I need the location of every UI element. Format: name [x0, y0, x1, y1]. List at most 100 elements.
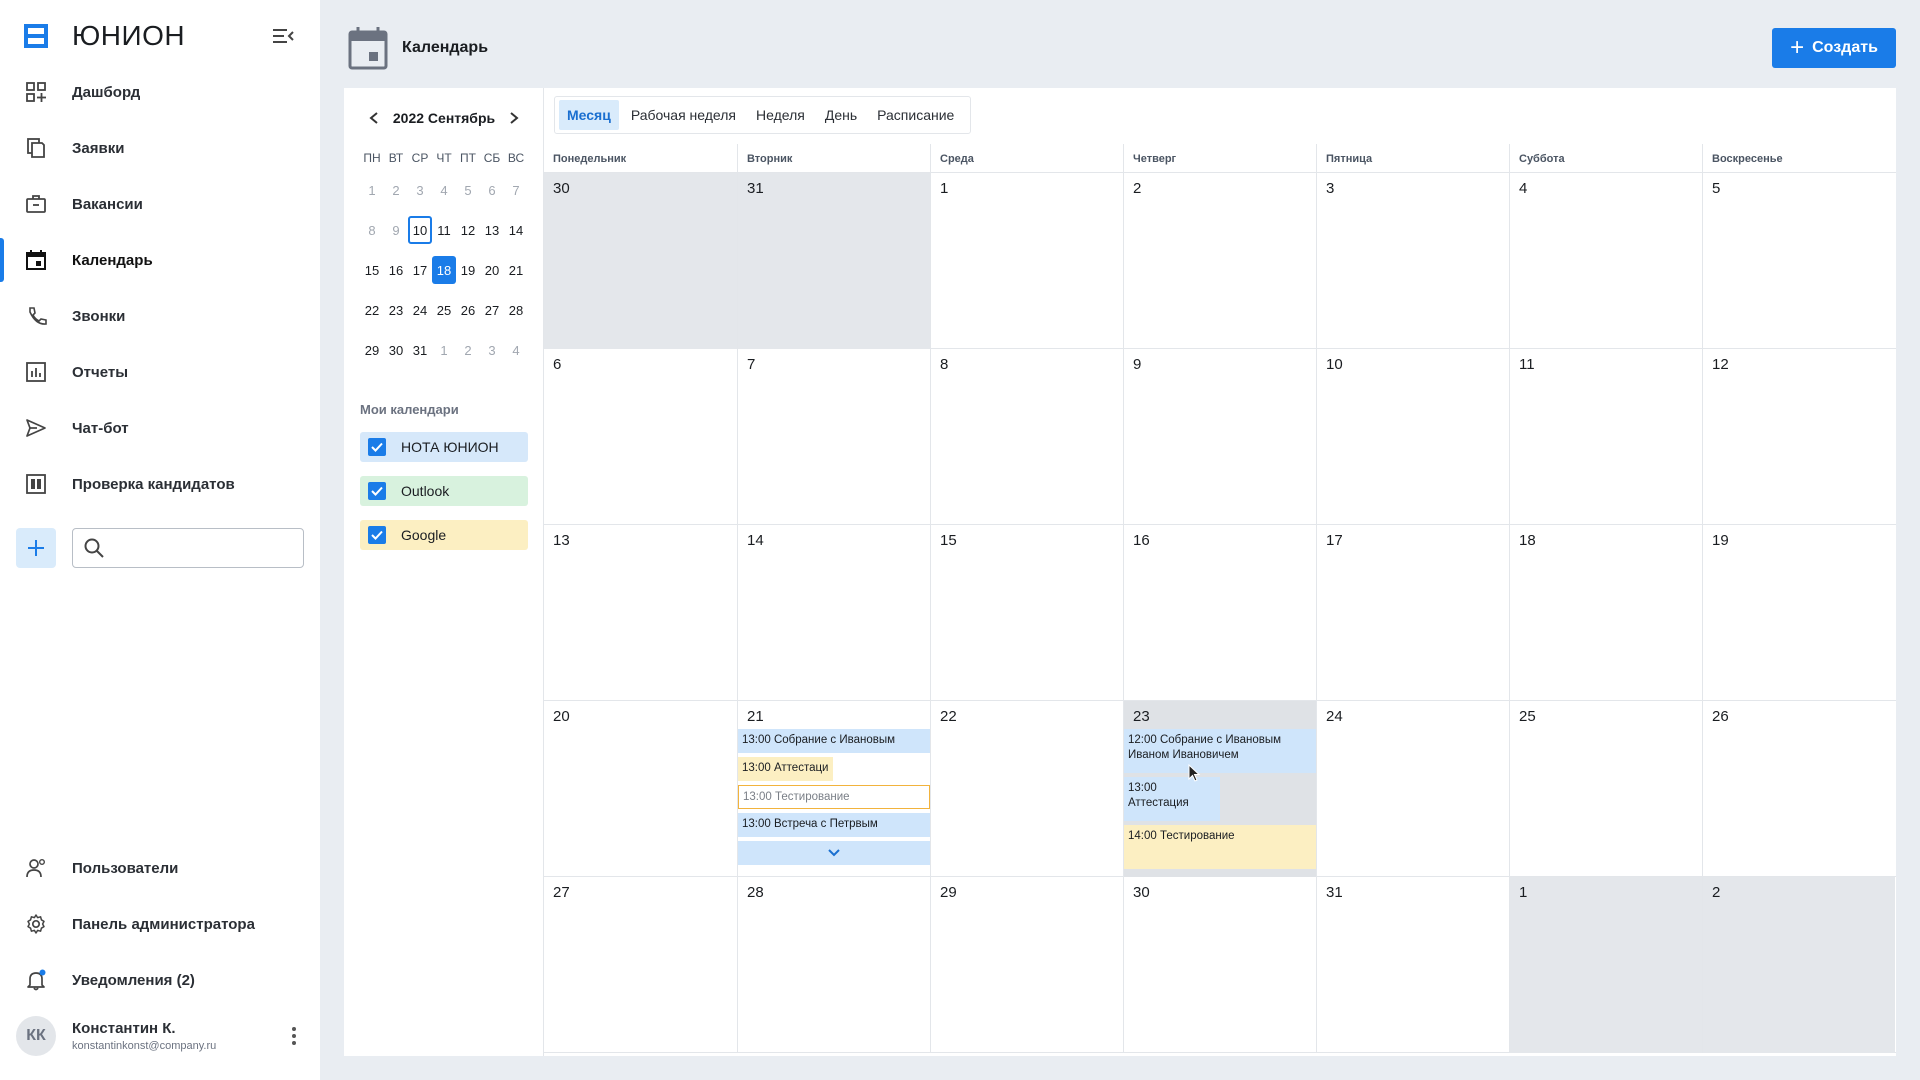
calendar-event[interactable]: 13:00 Собрание с Ивановым: [738, 729, 930, 753]
user-profile[interactable]: КК Константин К. konstantinkonst@company…: [16, 1016, 306, 1056]
day-cell[interactable]: 15: [930, 525, 1123, 701]
create-button[interactable]: + Создать: [1772, 28, 1896, 68]
tab-schedule[interactable]: Расписание: [869, 100, 962, 130]
day-cell[interactable]: 19: [1702, 525, 1895, 701]
mini-day[interactable]: 14: [504, 216, 528, 244]
mini-day[interactable]: 30: [384, 336, 408, 364]
mini-day[interactable]: 12: [456, 216, 480, 244]
search-box[interactable]: [72, 528, 304, 568]
day-cell[interactable]: 4: [1509, 173, 1702, 349]
mini-day[interactable]: 27: [480, 296, 504, 324]
add-button[interactable]: [16, 528, 56, 568]
calendar-toggle-nota[interactable]: НОТА ЮНИОН: [360, 432, 528, 462]
mini-day[interactable]: 20: [480, 256, 504, 284]
nav-item-calendar[interactable]: Календарь: [0, 232, 320, 288]
day-cell[interactable]: 20: [544, 701, 737, 877]
day-cell[interactable]: 26: [1702, 701, 1895, 877]
day-cell[interactable]: 29: [930, 877, 1123, 1053]
mini-day[interactable]: 3: [408, 176, 432, 204]
mini-day[interactable]: 11: [432, 216, 456, 244]
day-cell[interactable]: 7: [737, 349, 930, 525]
mini-day[interactable]: 25: [432, 296, 456, 324]
checkbox-checked[interactable]: [368, 482, 386, 500]
tab-work-week[interactable]: Рабочая неделя: [623, 100, 744, 130]
tab-week[interactable]: Неделя: [748, 100, 813, 130]
mini-day[interactable]: 22: [360, 296, 384, 324]
day-cell[interactable]: 25: [1509, 701, 1702, 877]
calendar-event[interactable]: 13:00 Тестирование: [738, 785, 930, 809]
day-cell[interactable]: 17: [1316, 525, 1509, 701]
mini-day-selected[interactable]: 18: [432, 256, 456, 284]
nav-item-admin-panel[interactable]: Панель администратора: [0, 896, 320, 952]
mini-day[interactable]: 3: [480, 336, 504, 364]
mini-day-today[interactable]: 10: [408, 216, 432, 244]
mini-day[interactable]: 16: [384, 256, 408, 284]
day-cell[interactable]: 6: [544, 349, 737, 525]
mini-day[interactable]: 4: [432, 176, 456, 204]
day-cell[interactable]: 30: [1123, 877, 1316, 1053]
nav-item-chatbot[interactable]: Чат-бот: [0, 400, 320, 456]
more-options-button[interactable]: [282, 1024, 306, 1048]
mini-day[interactable]: 5: [456, 176, 480, 204]
brand[interactable]: ЮНИОН: [22, 18, 185, 54]
checkbox-checked[interactable]: [368, 526, 386, 544]
mini-day[interactable]: 29: [360, 336, 384, 364]
prev-month-button[interactable]: [364, 108, 384, 128]
mini-day[interactable]: 8: [360, 216, 384, 244]
mini-day[interactable]: 17: [408, 256, 432, 284]
calendar-event[interactable]: 13:00 Встреча с Петрвым: [738, 813, 930, 837]
tab-month[interactable]: Месяц: [559, 100, 619, 130]
mini-day[interactable]: 23: [384, 296, 408, 324]
day-cell[interactable]: 2: [1702, 877, 1895, 1053]
day-cell[interactable]: 1: [1509, 877, 1702, 1053]
mini-day[interactable]: 1: [360, 176, 384, 204]
day-cell[interactable]: 3: [1316, 173, 1509, 349]
day-cell[interactable]: 8: [930, 349, 1123, 525]
nav-item-notifications[interactable]: Уведомления (2): [0, 952, 320, 1008]
day-cell[interactable]: 9: [1123, 349, 1316, 525]
search-input[interactable]: [113, 540, 293, 556]
mini-day[interactable]: 9: [384, 216, 408, 244]
mini-day[interactable]: 26: [456, 296, 480, 324]
day-cell[interactable]: 27: [544, 877, 737, 1053]
mini-day[interactable]: 13: [480, 216, 504, 244]
day-cell[interactable]: 18: [1509, 525, 1702, 701]
day-cell[interactable]: 11: [1509, 349, 1702, 525]
mini-day[interactable]: 21: [504, 256, 528, 284]
day-cell-with-events[interactable]: 23 12:00 Собрание с Ивановым Иваном Иван…: [1123, 701, 1316, 877]
next-month-button[interactable]: [504, 108, 524, 128]
calendar-event[interactable]: 13:00 Аттестаци: [738, 757, 833, 781]
day-cell[interactable]: 28: [737, 877, 930, 1053]
mini-day[interactable]: 2: [456, 336, 480, 364]
day-cell[interactable]: 13: [544, 525, 737, 701]
calendar-event[interactable]: 13:00 Аттестация: [1124, 777, 1220, 821]
mini-day[interactable]: 2: [384, 176, 408, 204]
mini-day[interactable]: 15: [360, 256, 384, 284]
day-cell[interactable]: 2: [1123, 173, 1316, 349]
day-cell[interactable]: 1: [930, 173, 1123, 349]
tab-day[interactable]: День: [817, 100, 865, 130]
nav-item-calls[interactable]: Звонки: [0, 288, 320, 344]
day-cell[interactable]: 12: [1702, 349, 1895, 525]
day-cell[interactable]: 5: [1702, 173, 1895, 349]
mini-day[interactable]: 6: [480, 176, 504, 204]
collapse-sidebar-button[interactable]: [270, 24, 296, 48]
calendar-event[interactable]: 14:00 Тестирование: [1124, 825, 1316, 869]
day-cell[interactable]: 31: [737, 173, 930, 349]
day-cell[interactable]: 30: [544, 173, 737, 349]
mini-day[interactable]: 24: [408, 296, 432, 324]
mini-day[interactable]: 28: [504, 296, 528, 324]
mini-day[interactable]: 19: [456, 256, 480, 284]
day-cell-with-events[interactable]: 21 13:00 Собрание с Ивановым 13:00 Аттес…: [737, 701, 930, 877]
mini-day[interactable]: 4: [504, 336, 528, 364]
day-cell[interactable]: 31: [1316, 877, 1509, 1053]
mini-day[interactable]: 31: [408, 336, 432, 364]
nav-item-reports[interactable]: Отчеты: [0, 344, 320, 400]
calendar-toggle-google[interactable]: Google: [360, 520, 528, 550]
day-cell[interactable]: 10: [1316, 349, 1509, 525]
day-cell[interactable]: 16: [1123, 525, 1316, 701]
show-more-events-button[interactable]: [738, 841, 930, 865]
day-cell[interactable]: 24: [1316, 701, 1509, 877]
day-cell[interactable]: 22: [930, 701, 1123, 877]
nav-item-users[interactable]: Пользователи: [0, 840, 320, 896]
